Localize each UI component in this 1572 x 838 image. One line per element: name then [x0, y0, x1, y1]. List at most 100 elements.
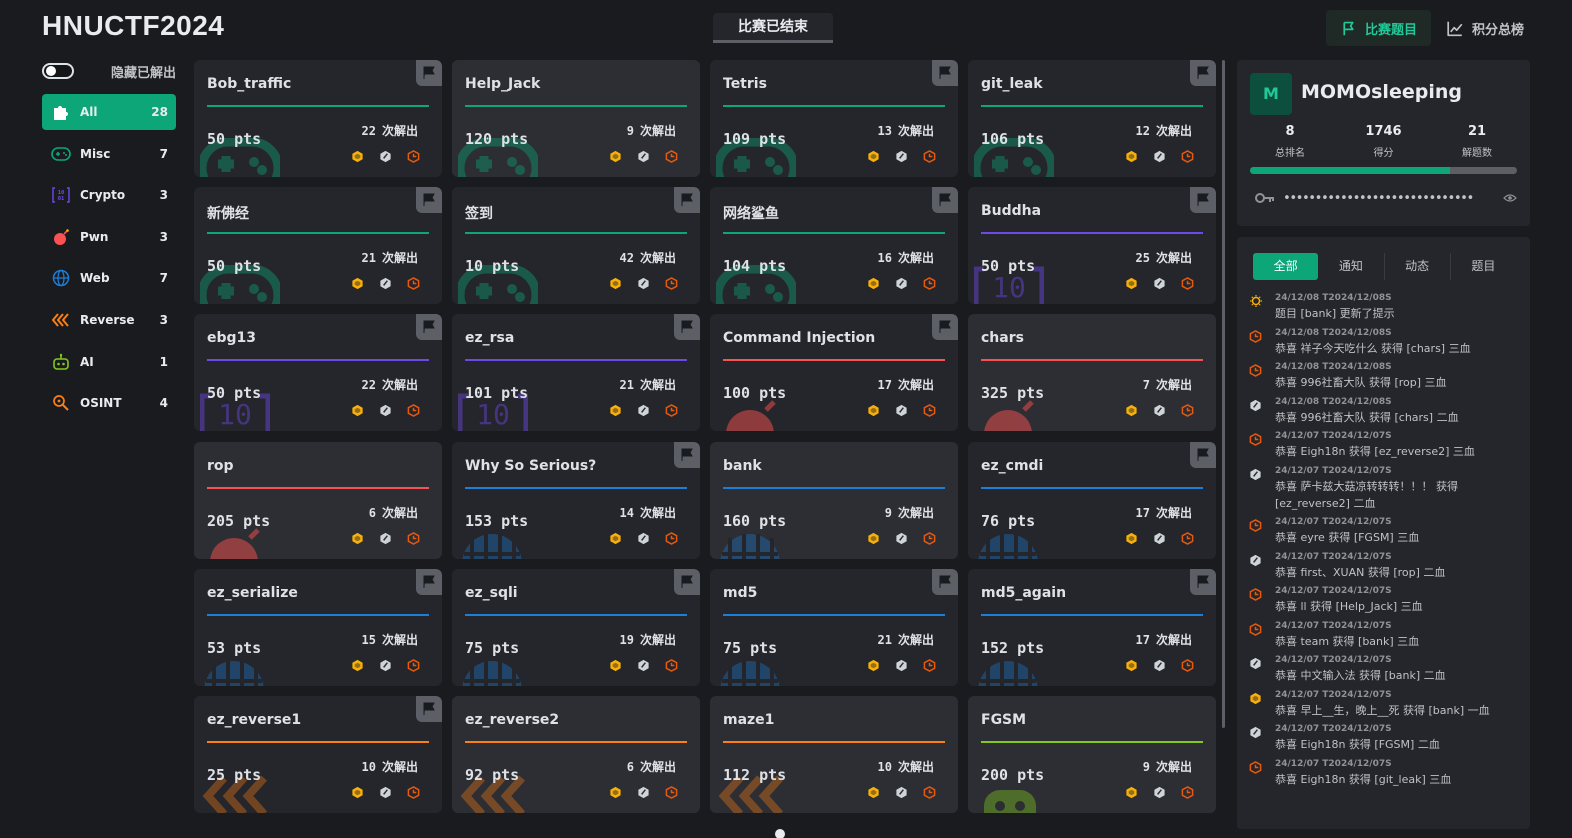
- second-blood-icon[interactable]: [379, 402, 392, 421]
- scroll-indicator[interactable]: [775, 829, 785, 838]
- challenge-card[interactable]: Help_Jack 120 pts 9 次解出: [452, 60, 700, 177]
- eye-icon[interactable]: [1503, 193, 1517, 203]
- nav-challenges-button[interactable]: 比赛题目: [1326, 10, 1432, 46]
- second-blood-icon[interactable]: [637, 657, 650, 676]
- challenge-card[interactable]: ez_reverse2 92 pts 6 次解出: [452, 696, 700, 813]
- third-blood-icon[interactable]: [665, 530, 678, 549]
- first-blood-icon[interactable]: [609, 784, 622, 803]
- challenge-card[interactable]: ez_reverse1 25 pts 10 次解出: [194, 696, 442, 813]
- first-blood-icon[interactable]: [1125, 530, 1138, 549]
- second-blood-icon[interactable]: [379, 784, 392, 803]
- third-blood-icon[interactable]: [665, 402, 678, 421]
- second-blood-icon[interactable]: [895, 657, 908, 676]
- second-blood-icon[interactable]: [379, 275, 392, 294]
- category-pwn[interactable]: Pwn 3: [42, 219, 176, 255]
- second-blood-icon[interactable]: [379, 657, 392, 676]
- first-blood-icon[interactable]: [867, 402, 880, 421]
- second-blood-icon[interactable]: [637, 530, 650, 549]
- second-blood-icon[interactable]: [637, 148, 650, 167]
- category-reverse[interactable]: Reverse 3: [42, 302, 176, 338]
- second-blood-icon[interactable]: [895, 148, 908, 167]
- second-blood-icon[interactable]: [895, 402, 908, 421]
- second-blood-icon[interactable]: [1153, 402, 1166, 421]
- second-blood-icon[interactable]: [637, 402, 650, 421]
- challenge-card[interactable]: md5 75 pts 21 次解出: [710, 568, 958, 686]
- third-blood-icon[interactable]: [1181, 402, 1194, 421]
- feed-tab[interactable]: 通知: [1318, 253, 1385, 280]
- nav-scoreboard-button[interactable]: 积分总榜: [1432, 10, 1538, 46]
- first-blood-icon[interactable]: [351, 784, 364, 803]
- second-blood-icon[interactable]: [895, 530, 908, 549]
- second-blood-icon[interactable]: [1153, 657, 1166, 676]
- third-blood-icon[interactable]: [923, 657, 936, 676]
- challenge-card[interactable]: git_leak 106 pts 12 次解出: [968, 60, 1216, 177]
- challenge-card[interactable]: 10 ez_rsa 101 pts 21 次解出: [452, 314, 700, 432]
- challenge-card[interactable]: ez_sqli 75 pts 19 次解出: [452, 568, 700, 686]
- second-blood-icon[interactable]: [379, 530, 392, 549]
- first-blood-icon[interactable]: [1125, 148, 1138, 167]
- second-blood-icon[interactable]: [895, 275, 908, 294]
- third-blood-icon[interactable]: [923, 784, 936, 803]
- first-blood-icon[interactable]: [1125, 784, 1138, 803]
- feed-tab[interactable]: 动态: [1385, 253, 1451, 280]
- challenge-card[interactable]: 网络鲨鱼 104 pts 16 次解出: [710, 187, 958, 305]
- challenge-card[interactable]: Bob_traffic 50 pts 22 次解出: [194, 60, 442, 177]
- third-blood-icon[interactable]: [1181, 530, 1194, 549]
- feed-tab[interactable]: 全部: [1253, 253, 1319, 280]
- first-blood-icon[interactable]: [867, 148, 880, 167]
- challenge-card[interactable]: 10 ebg13 50 pts 22 次解出: [194, 314, 442, 432]
- second-blood-icon[interactable]: [1153, 530, 1166, 549]
- second-blood-icon[interactable]: [1153, 148, 1166, 167]
- third-blood-icon[interactable]: [407, 148, 420, 167]
- challenge-card[interactable]: FGSM 200 pts 9 次解出: [968, 696, 1216, 813]
- third-blood-icon[interactable]: [665, 657, 678, 676]
- brand-title[interactable]: HNUCTF2024: [42, 10, 224, 42]
- challenge-card[interactable]: chars 325 pts 7 次解出: [968, 314, 1216, 432]
- category-crypto[interactable]: 10 01 Crypto 3: [42, 177, 176, 213]
- second-blood-icon[interactable]: [1153, 784, 1166, 803]
- category-osint[interactable]: OSINT 4: [42, 385, 176, 421]
- category-all[interactable]: All 28: [42, 94, 176, 130]
- first-blood-icon[interactable]: [867, 657, 880, 676]
- challenge-card[interactable]: Command Injection 100 pts 17 次解出: [710, 314, 958, 432]
- third-blood-icon[interactable]: [665, 275, 678, 294]
- third-blood-icon[interactable]: [923, 402, 936, 421]
- challenge-card[interactable]: Why So Serious? 153 pts 14 次解出: [452, 441, 700, 559]
- first-blood-icon[interactable]: [351, 657, 364, 676]
- first-blood-icon[interactable]: [867, 530, 880, 549]
- third-blood-icon[interactable]: [407, 657, 420, 676]
- challenge-card[interactable]: 10 Buddha 50 pts 25 次解出: [968, 187, 1216, 305]
- contest-status-tab[interactable]: 比赛已结束: [713, 13, 833, 43]
- first-blood-icon[interactable]: [609, 275, 622, 294]
- third-blood-icon[interactable]: [407, 275, 420, 294]
- category-misc[interactable]: Misc 7: [42, 136, 176, 172]
- third-blood-icon[interactable]: [1181, 148, 1194, 167]
- first-blood-icon[interactable]: [1125, 402, 1138, 421]
- third-blood-icon[interactable]: [1181, 657, 1194, 676]
- challenge-card[interactable]: bank 160 pts 9 次解出: [710, 441, 958, 559]
- second-blood-icon[interactable]: [895, 784, 908, 803]
- second-blood-icon[interactable]: [637, 784, 650, 803]
- third-blood-icon[interactable]: [407, 530, 420, 549]
- first-blood-icon[interactable]: [351, 275, 364, 294]
- first-blood-icon[interactable]: [867, 784, 880, 803]
- token-field[interactable]: ••••••••••••••••••••••••••••••: [1283, 191, 1495, 206]
- second-blood-icon[interactable]: [379, 148, 392, 167]
- category-ai[interactable]: AI 1: [42, 344, 176, 380]
- challenge-scrollbar[interactable]: [1222, 60, 1225, 728]
- first-blood-icon[interactable]: [609, 402, 622, 421]
- feed-tab[interactable]: 题目: [1451, 253, 1516, 280]
- hide-solved-toggle[interactable]: [42, 63, 74, 79]
- third-blood-icon[interactable]: [923, 530, 936, 549]
- first-blood-icon[interactable]: [351, 530, 364, 549]
- third-blood-icon[interactable]: [923, 275, 936, 294]
- challenge-card[interactable]: maze1 112 pts 10 次解出: [710, 696, 958, 813]
- first-blood-icon[interactable]: [867, 275, 880, 294]
- challenge-card[interactable]: ez_cmdi 76 pts 17 次解出: [968, 441, 1216, 559]
- first-blood-icon[interactable]: [609, 530, 622, 549]
- challenge-card[interactable]: Tetris 109 pts 13 次解出: [710, 60, 958, 177]
- first-blood-icon[interactable]: [609, 148, 622, 167]
- challenge-card[interactable]: rop 205 pts 6 次解出: [194, 441, 442, 559]
- category-web[interactable]: Web 7: [42, 260, 176, 296]
- third-blood-icon[interactable]: [1181, 275, 1194, 294]
